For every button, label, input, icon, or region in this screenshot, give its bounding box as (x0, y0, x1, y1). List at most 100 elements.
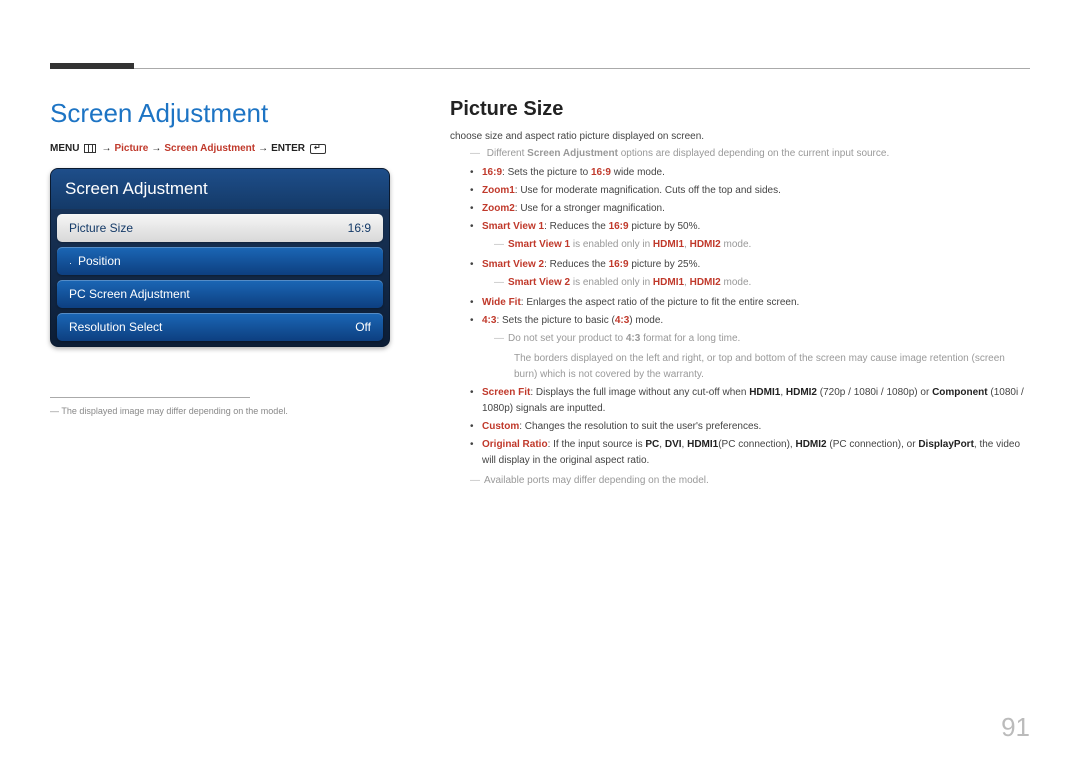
osd-value: 16:9 (348, 221, 371, 235)
sub-note: The borders displayed on the left and ri… (514, 351, 1030, 383)
text: : Reduces the (544, 259, 608, 270)
inner-note: Smart View 2 is enabled only in HDMI1, H… (494, 275, 1030, 291)
osd-label: · Position (69, 254, 121, 268)
breadcrumb-menu: MENU (50, 143, 79, 154)
breadcrumb-arrow: → (101, 143, 111, 154)
note-top: Different Screen Adjustment options are … (470, 148, 1030, 159)
osd-label-text: Position (78, 254, 121, 268)
term: HDMI1 (653, 277, 684, 288)
list-item: Smart View 2: Reduces the 16:9 picture b… (470, 257, 1030, 291)
term: Smart View 2 (482, 259, 544, 270)
note-text: mode. (721, 239, 752, 250)
note-bottom: Available ports may differ depending on … (470, 475, 1030, 486)
term: PC (645, 439, 659, 450)
osd-label: Resolution Select (69, 320, 162, 334)
subsection-title: Picture Size (450, 98, 1030, 121)
term: HDMI1 (687, 439, 718, 450)
list-item: Custom: Changes the resolution to suit t… (470, 419, 1030, 435)
note-text: Different (487, 148, 527, 159)
text: : Sets the picture to basic ( (496, 315, 614, 326)
text: picture by 25%. (629, 259, 701, 270)
term: HDMI2 (795, 439, 826, 450)
term: HDMI1 (653, 239, 684, 250)
term: HDMI2 (690, 277, 721, 288)
term: DVI (665, 439, 682, 450)
footnote-text: The displayed image may differ depending… (61, 406, 287, 416)
intro-text: choose size and aspect ratio picture dis… (450, 131, 1030, 142)
text: ) mode. (629, 315, 663, 326)
osd-panel: Screen Adjustment Picture Size 16:9 · Pos… (50, 168, 390, 347)
text: : Changes the resolution to suit the use… (519, 421, 761, 432)
text: : If the input source is (548, 439, 646, 450)
term: Zoom1 (482, 185, 515, 196)
list-item: Original Ratio: If the input source is P… (470, 437, 1030, 469)
text: picture by 50%. (629, 221, 701, 232)
breadcrumb: MENU → Picture → Screen Adjustment → ENT… (50, 143, 390, 154)
note-text: is enabled only in (570, 277, 653, 288)
breadcrumb-screen-adjustment: Screen Adjustment (164, 143, 255, 154)
osd-value: Off (355, 320, 371, 334)
osd-label: Picture Size (69, 221, 133, 235)
note-text: mode. (721, 277, 752, 288)
list-item: Wide Fit: Enlarges the aspect ratio of t… (470, 295, 1030, 311)
term: 4:3 (482, 315, 496, 326)
term: 4:3 (615, 315, 629, 326)
menu-icon (84, 144, 96, 153)
text: : Use for moderate magnification. Cuts o… (515, 185, 781, 196)
breadcrumb-arrow: → (151, 143, 161, 154)
footnote-rule (50, 397, 250, 398)
text: wide mode. (611, 167, 665, 178)
term: Wide Fit (482, 297, 521, 308)
note-text: is enabled only in (570, 239, 653, 250)
list-item: 4:3: Sets the picture to basic (4:3) mod… (470, 313, 1030, 383)
term: HDMI2 (690, 239, 721, 250)
osd-row-picture-size[interactable]: Picture Size 16:9 (57, 214, 383, 242)
term: 16:9 (591, 167, 611, 178)
term: 4:3 (626, 333, 640, 344)
term: Smart View 1 (508, 239, 570, 250)
top-rule (50, 68, 1030, 69)
osd-row-pc-screen-adjustment[interactable]: PC Screen Adjustment (57, 280, 383, 308)
list-item: 16:9: Sets the picture to 16:9 wide mode… (470, 165, 1030, 181)
list-item: Zoom1: Use for moderate magnification. C… (470, 183, 1030, 199)
term: Custom (482, 421, 519, 432)
term: HDMI2 (786, 387, 817, 398)
term: Component (932, 387, 988, 398)
page-number: 91 (1001, 712, 1030, 743)
option-list: 16:9: Sets the picture to 16:9 wide mode… (470, 165, 1030, 469)
term: Screen Fit (482, 387, 530, 398)
inner-note: Do not set your product to 4:3 format fo… (494, 331, 1030, 347)
term: 16:9 (609, 259, 629, 270)
text: : Reduces the (544, 221, 608, 232)
term: Smart View 2 (508, 277, 570, 288)
note-text: format for a long time. (640, 333, 740, 344)
breadcrumb-arrow: → (258, 143, 268, 154)
text: : Displays the full image without any cu… (530, 387, 749, 398)
list-item: Screen Fit: Displays the full image with… (470, 385, 1030, 417)
note-bold: Screen Adjustment (527, 148, 618, 159)
section-title: Screen Adjustment (50, 98, 390, 129)
top-marker (50, 63, 134, 69)
text: : Sets the picture to (502, 167, 591, 178)
osd-row-position[interactable]: · Position (57, 247, 383, 275)
text: : Enlarges the aspect ratio of the pictu… (521, 297, 800, 308)
bullet-icon: · (69, 258, 72, 268)
term: 16:9 (609, 221, 629, 232)
note-text: options are displayed depending on the c… (618, 148, 889, 159)
inner-note: Smart View 1 is enabled only in HDMI1, H… (494, 237, 1030, 253)
text: (720p / 1080i / 1080p) or (817, 387, 932, 398)
footnote: ― The displayed image may differ dependi… (50, 406, 390, 416)
term: Smart View 1 (482, 221, 544, 232)
osd-label: PC Screen Adjustment (69, 287, 190, 301)
term: DisplayPort (918, 439, 974, 450)
note-text: Do not set your product to (508, 333, 626, 344)
text: : Use for a stronger magnification. (515, 203, 665, 214)
list-item: Smart View 1: Reduces the 16:9 picture b… (470, 219, 1030, 253)
breadcrumb-enter: ENTER (271, 143, 305, 154)
osd-row-resolution-select[interactable]: Resolution Select Off (57, 313, 383, 341)
term: HDMI1 (749, 387, 780, 398)
term: Original Ratio (482, 439, 548, 450)
text: (PC connection), (718, 439, 795, 450)
osd-header: Screen Adjustment (51, 169, 389, 209)
term: 16:9 (482, 167, 502, 178)
